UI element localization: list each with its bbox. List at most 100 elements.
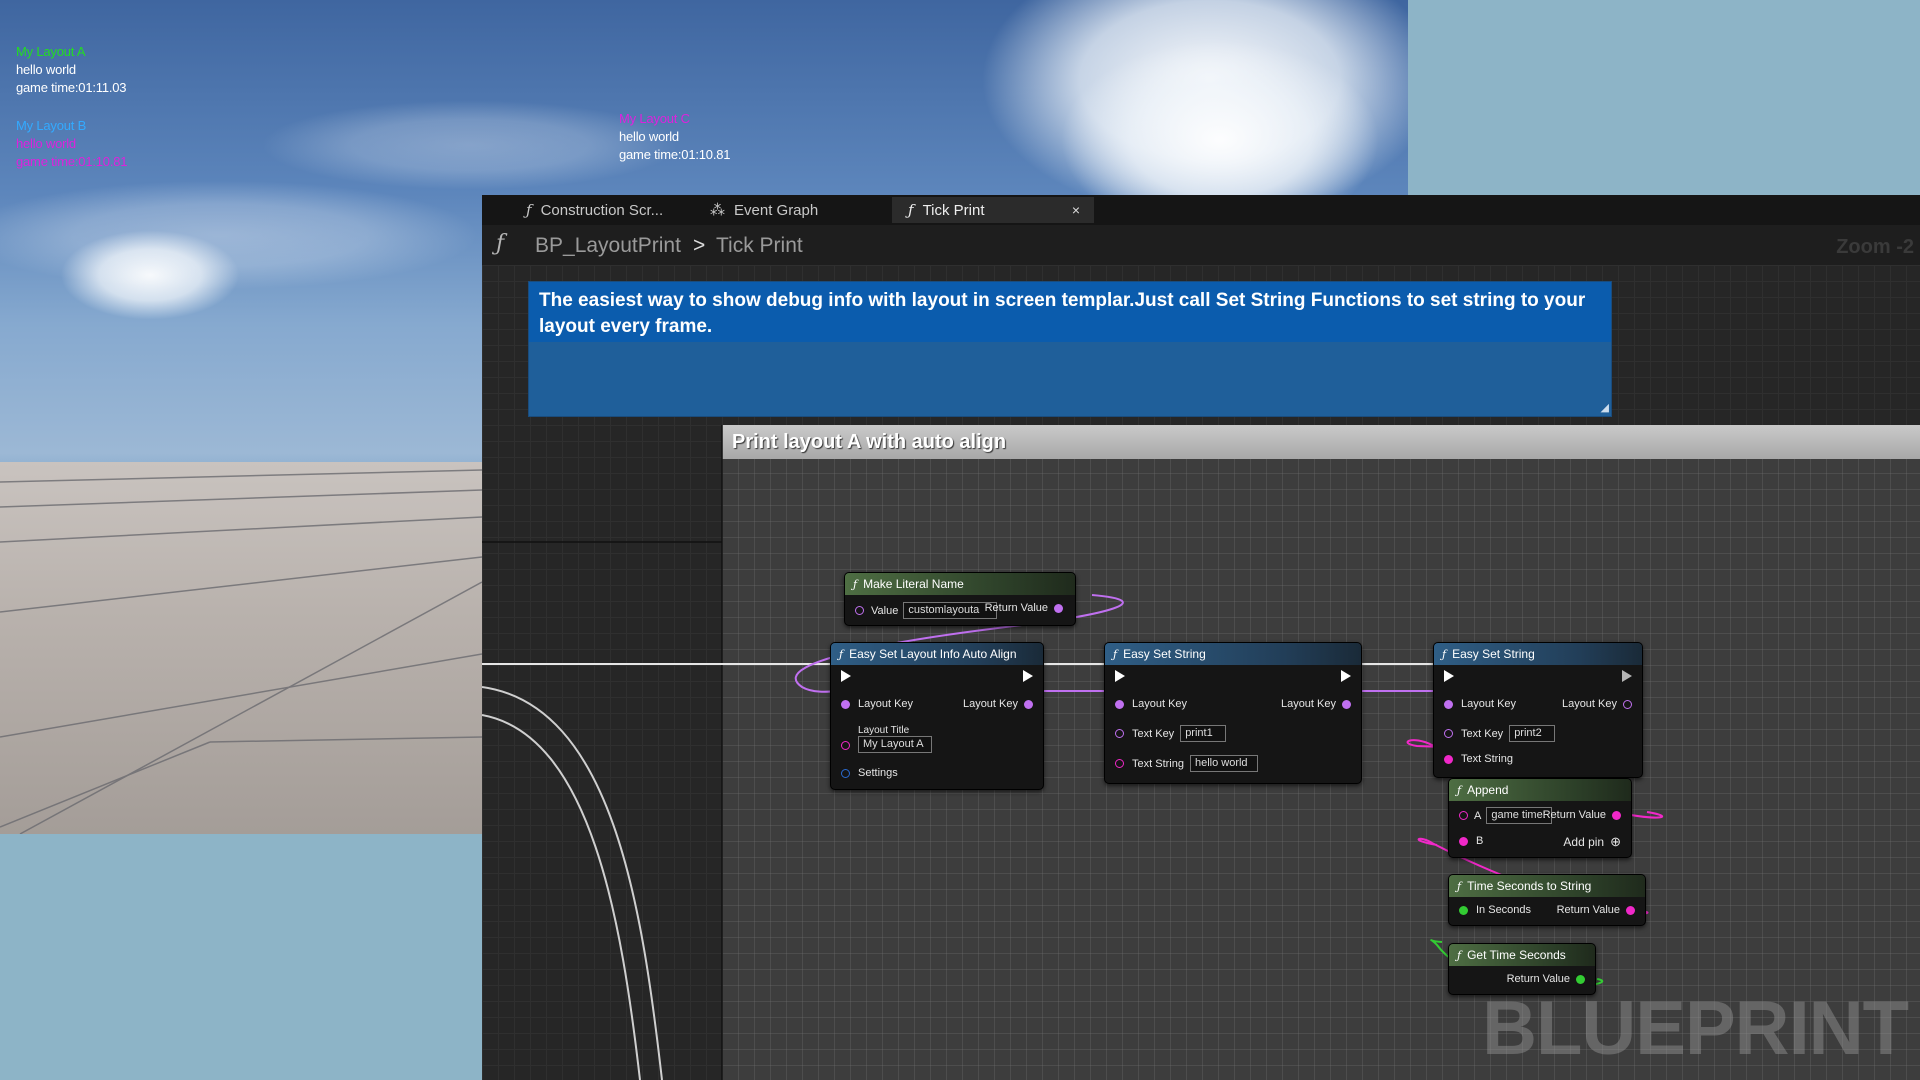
close-icon[interactable]: ×: [1072, 202, 1080, 218]
pin-return-value[interactable]: Return Value: [1507, 973, 1585, 985]
pin-label: Layout Key: [1561, 698, 1617, 710]
pin-b[interactable]: B: [1459, 835, 1483, 847]
name-pin-icon: [1444, 729, 1453, 738]
hud-layout-b-line1: hello world: [16, 136, 76, 151]
name-pin-icon: [1024, 699, 1033, 709]
name-pin-icon: [1444, 699, 1453, 709]
pin-value[interactable]: Value customlayouta: [855, 602, 998, 619]
pin-layout-key-out[interactable]: Layout Key: [1281, 698, 1351, 710]
node-header: ƒ Easy Set String: [1105, 643, 1361, 665]
hud-layout-a: My Layout A hello world game time:01:11.…: [16, 43, 127, 97]
pin-label: Return Value: [984, 602, 1048, 614]
exec-in-pin[interactable]: [1444, 670, 1454, 682]
name-pin-icon: [855, 606, 864, 615]
node-header: ƒ Easy Set String: [1434, 643, 1642, 665]
add-icon: ⊕: [1610, 834, 1621, 849]
pin-label: A: [1474, 809, 1482, 822]
graph-canvas[interactable]: The easiest way to show debug info with …: [482, 265, 1920, 1080]
pin-layout-key-in[interactable]: Layout Key: [1115, 698, 1187, 710]
function-icon: ƒ: [1457, 948, 1462, 962]
function-icon: ƒ: [1113, 647, 1118, 661]
pin-layout-key-out[interactable]: Layout Key: [963, 698, 1033, 710]
pin-in-seconds[interactable]: In Seconds: [1459, 904, 1531, 916]
pin-label: Settings: [858, 767, 898, 779]
function-icon: ƒ: [1457, 783, 1462, 797]
exec-out-pin[interactable]: [1341, 670, 1351, 682]
tab-tick-print[interactable]: ƒ Tick Print ×: [892, 197, 1094, 223]
pin-return-value[interactable]: Return Value: [985, 602, 1063, 614]
node-append[interactable]: ƒ Append A game time: Return Value B Add …: [1448, 778, 1632, 858]
pin-a[interactable]: A game time:: [1459, 807, 1553, 824]
value-input[interactable]: customlayouta: [903, 602, 998, 619]
pin-label: Text String: [1132, 757, 1184, 770]
hud-layout-c: My Layout C hello world game time:01:10.…: [619, 110, 731, 164]
struct-pin-icon: [841, 768, 850, 778]
pin-text-string[interactable]: Text String: [1444, 753, 1513, 765]
hud-layout-a-line2: game time:01:11.03: [16, 80, 127, 95]
pin-label: Layout Key: [1461, 698, 1517, 710]
text-key-input[interactable]: print1: [1180, 725, 1227, 742]
pin-text-key[interactable]: Text Key print1: [1115, 725, 1227, 742]
pin-text-key[interactable]: Text Key print2: [1444, 725, 1556, 742]
name-pin-icon: [1342, 699, 1351, 709]
node-easy-set-string-1[interactable]: ƒ Easy Set String Layout Key Layout Key T…: [1104, 642, 1362, 784]
pin-text-string[interactable]: Text String hello world: [1115, 755, 1258, 772]
function-icon: ƒ: [853, 577, 858, 591]
hud-layout-b-line2: game time:01:10.81: [16, 154, 128, 169]
exec-pin-icon: [1115, 670, 1125, 682]
node-make-literal-name[interactable]: ƒ Make Literal Name Value customlayouta R…: [844, 572, 1076, 626]
tab-event-graph[interactable]: ⁂ Event Graph: [710, 197, 860, 223]
pin-settings[interactable]: Settings: [841, 767, 898, 779]
pin-label: Text Key: [1132, 727, 1175, 740]
pin-label: Layout Key: [858, 698, 914, 710]
function-icon: ƒ: [839, 647, 844, 661]
pin-label: In Seconds: [1476, 904, 1532, 916]
pin-layout-key-in[interactable]: Layout Key: [841, 698, 913, 710]
tab-construction-script[interactable]: ƒ Construction Scr...: [526, 197, 696, 223]
node-title: Append: [1467, 783, 1509, 797]
breadcrumb-function[interactable]: Tick Print: [716, 234, 803, 258]
breadcrumb-separator: >: [693, 234, 706, 257]
node-easy-set-string-2[interactable]: ƒ Easy Set String Layout Key Layout Key T…: [1433, 642, 1643, 778]
node-title: Get Time Seconds: [1467, 948, 1566, 962]
exec-pin-icon: [1444, 670, 1454, 682]
tab-label: Construction Scr...: [540, 201, 664, 219]
add-pin-button[interactable]: Add pin ⊕: [1563, 834, 1621, 850]
function-icon: ƒ: [1442, 647, 1447, 661]
name-pin-icon: [1115, 699, 1124, 709]
hud-layout-a-title: My Layout A: [16, 44, 86, 59]
viewport-background: [0, 834, 482, 1080]
hud-layout-b: My Layout B hello world game time:01:10.…: [16, 117, 128, 171]
node-time-seconds-to-string[interactable]: ƒ Time Seconds to String In Seconds Retur…: [1448, 874, 1646, 926]
text-key-input[interactable]: print2: [1509, 725, 1556, 742]
name-pin-icon: [1115, 729, 1124, 738]
pin-label: Value: [871, 604, 899, 617]
pin-layout-key-out[interactable]: Layout Key: [1562, 698, 1632, 710]
pin-return-value[interactable]: Return Value: [1557, 904, 1635, 916]
exec-out-pin[interactable]: [1622, 670, 1632, 682]
tab-label: Tick Print: [922, 201, 985, 219]
float-pin-icon: [1459, 905, 1468, 915]
pin-label: Return Value: [1542, 809, 1606, 821]
text-pin-icon: [841, 740, 850, 750]
exec-out-pin[interactable]: [1023, 670, 1033, 682]
pin-label: Layout Title: [858, 725, 910, 736]
function-icon: ƒ: [1457, 879, 1462, 893]
pin-label: Layout Key: [1132, 698, 1188, 710]
string-pin-icon: [1115, 759, 1124, 768]
hud-layout-c-line2: game time:01:10.81: [619, 147, 731, 162]
viewport-background: [1408, 0, 1920, 195]
add-pin-label: Add pin: [1563, 835, 1605, 849]
node-easy-set-layout-info-auto-align[interactable]: ƒ Easy Set Layout Info Auto Align Layout …: [830, 642, 1044, 790]
function-icon: ƒ: [496, 231, 505, 256]
breadcrumb-blueprint[interactable]: BP_LayoutPrint: [535, 234, 681, 258]
layout-title-input[interactable]: My Layout A: [858, 736, 932, 753]
function-icon: ƒ: [908, 201, 914, 219]
hud-layout-c-line1: hello world: [619, 129, 679, 144]
exec-in-pin[interactable]: [1115, 670, 1125, 682]
pin-return-value[interactable]: Return Value: [1543, 809, 1621, 821]
exec-in-pin[interactable]: [841, 670, 851, 682]
pin-layout-title[interactable]: Layout Title My Layout A: [841, 725, 932, 753]
pin-layout-key-in[interactable]: Layout Key: [1444, 698, 1516, 710]
text-string-input[interactable]: hello world: [1189, 755, 1258, 772]
